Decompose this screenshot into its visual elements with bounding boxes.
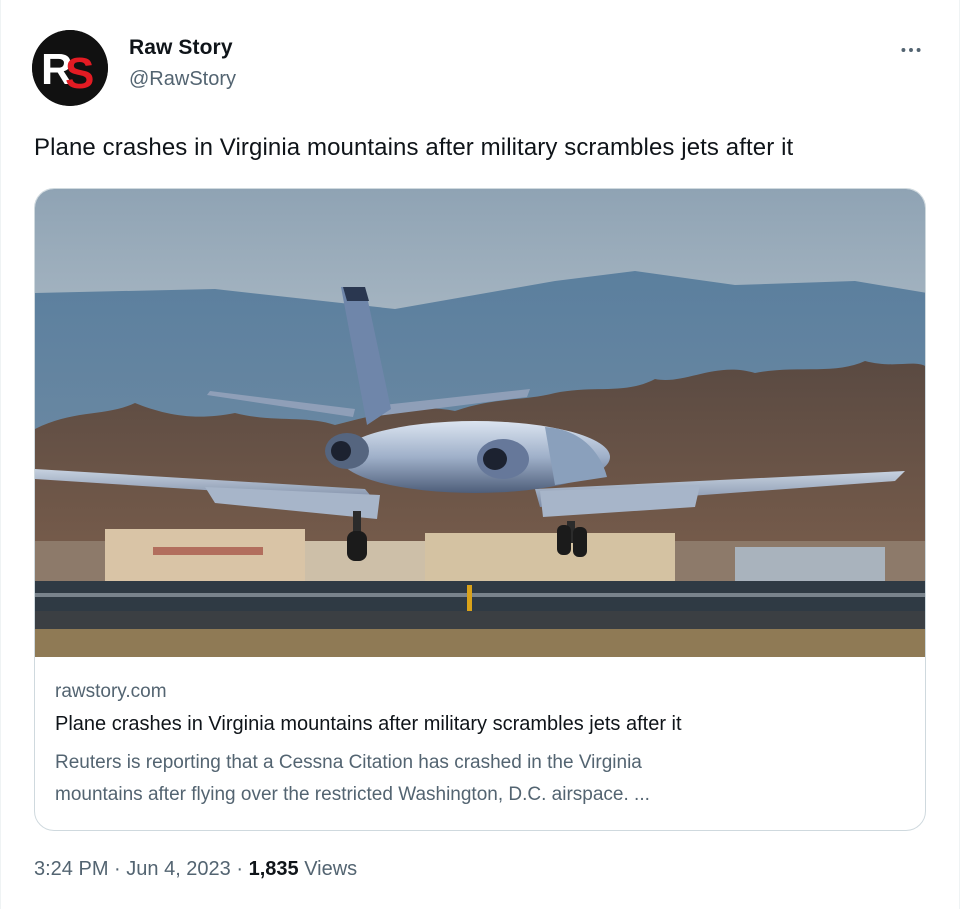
meta-separator: ·: [230, 858, 249, 880]
more-options-button[interactable]: [891, 32, 931, 68]
card-description: Reuters is reporting that a Cessna Citat…: [55, 747, 885, 811]
link-card[interactable]: rawstory.com Plane crashes in Virginia m…: [34, 188, 926, 831]
more-horizontal-icon: [901, 48, 921, 52]
tweet-date[interactable]: Jun 4, 2023: [126, 858, 231, 880]
card-title: Plane crashes in Virginia mountains afte…: [55, 713, 682, 735]
views-label: Views: [298, 858, 358, 880]
tweet-text: Plane crashes in Virginia mountains afte…: [34, 134, 794, 161]
card-domain: rawstory.com: [55, 681, 167, 702]
tweet-meta: 3:24 PM · Jun 4, 2023 · 1,835 Views: [34, 858, 357, 881]
card-image[interactable]: [35, 189, 925, 657]
views-count: 1,835: [248, 858, 299, 880]
author-display-name[interactable]: Raw Story: [129, 36, 233, 60]
card-description-line: Reuters is reporting that a Cessna Citat…: [55, 752, 642, 773]
raw-story-logo-icon: R S: [32, 30, 108, 106]
meta-separator: ·: [108, 858, 127, 880]
airplane-landing-photo: [35, 189, 925, 657]
tweet[interactable]: R S Raw Story @RawStory Plane crashes in…: [0, 0, 960, 909]
tweet-time[interactable]: 3:24 PM: [34, 858, 108, 880]
author-handle[interactable]: @RawStory: [129, 68, 236, 91]
avatar[interactable]: R S: [32, 30, 108, 106]
svg-text:S: S: [65, 49, 94, 98]
card-description-line: mountains after flying over the restrict…: [55, 784, 650, 805]
